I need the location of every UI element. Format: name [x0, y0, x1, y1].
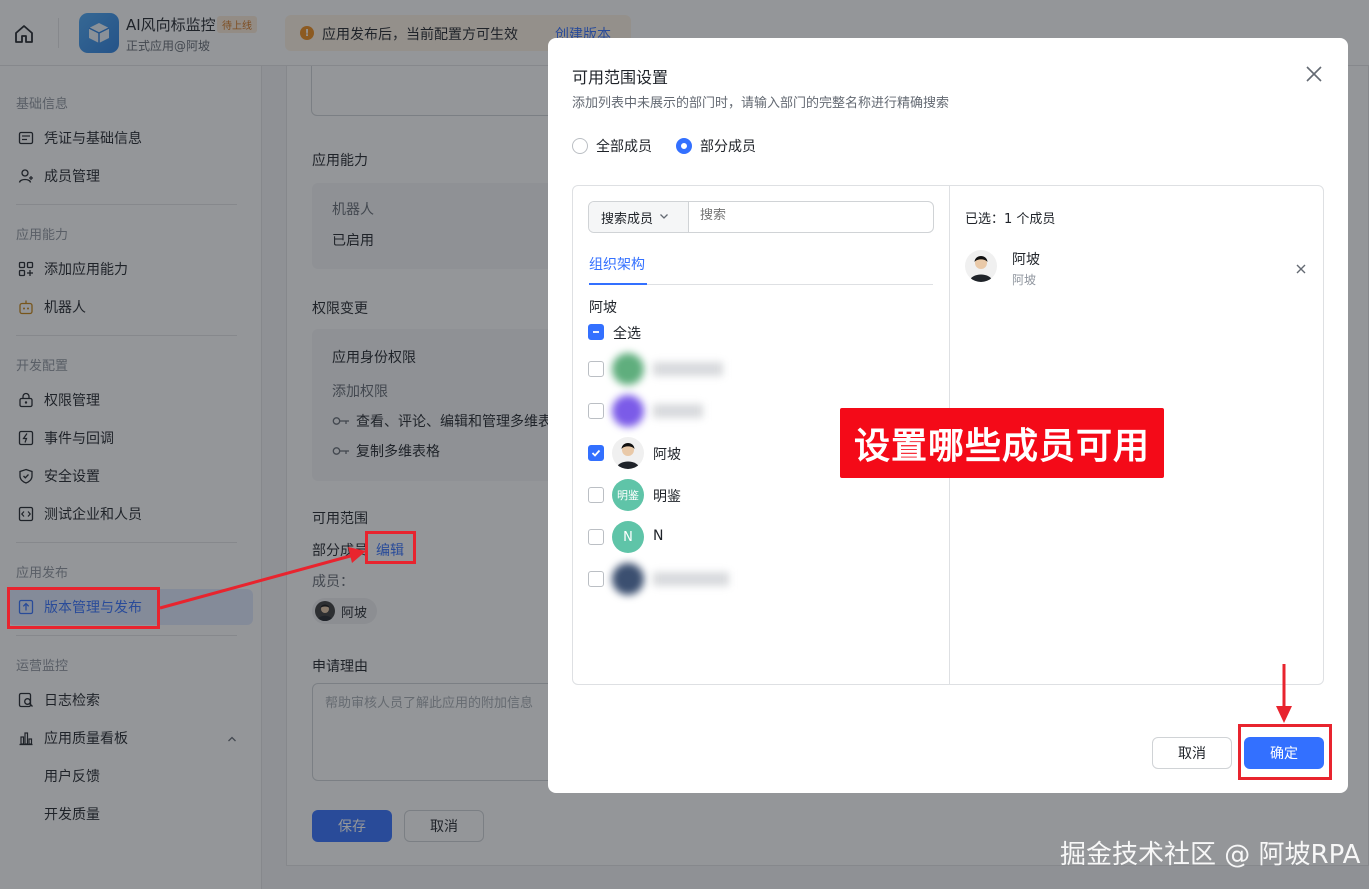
member-checkbox[interactable] — [588, 487, 604, 503]
radio-label: 全部成员 — [596, 139, 652, 155]
selected-member-dept: 阿坡 — [1012, 273, 1037, 287]
highlight-box — [1238, 724, 1332, 780]
radio-all-members[interactable]: 全部成员 — [572, 136, 652, 156]
member-checkbox[interactable] — [588, 571, 604, 587]
avatar — [965, 250, 997, 282]
radio-button-selected[interactable] — [676, 138, 692, 154]
dialog-description: 添加列表中未展示的部门时，请输入部门的完整名称进行精确搜索 — [572, 96, 950, 111]
radio-label: 部分成员 — [700, 139, 756, 155]
avatar — [612, 353, 644, 385]
dialog-title: 可用范围设置 — [572, 68, 669, 87]
annotation-callout: 设置哪些成员可用 — [840, 408, 1164, 478]
highlight-box — [7, 587, 160, 629]
avatar — [612, 395, 644, 427]
radio-button[interactable] — [572, 138, 588, 154]
member-checkbox[interactable] — [588, 361, 604, 377]
avatar: N — [612, 521, 644, 553]
tab-indicator — [589, 283, 647, 285]
avatar — [612, 563, 644, 595]
radio-partial-members[interactable]: 部分成员 — [676, 136, 756, 156]
watermark: 掘金技术社区 @ 阿坡RPA — [1060, 840, 1361, 870]
member-search: 搜索成员 — [588, 201, 934, 233]
member-checkbox[interactable] — [588, 403, 604, 419]
member-name-blurred — [653, 362, 723, 376]
search-input[interactable] — [700, 208, 920, 223]
member-name-blurred — [653, 572, 729, 586]
close-icon[interactable] — [1304, 64, 1324, 84]
select-all-checkbox[interactable] — [588, 324, 604, 340]
member-name-blurred — [653, 404, 703, 418]
dialog-cancel-button[interactable]: 取消 — [1152, 737, 1232, 769]
remove-icon[interactable] — [1295, 263, 1307, 275]
avatar — [612, 437, 644, 469]
member-checkbox-checked[interactable] — [588, 445, 604, 461]
avatar: 明鉴 — [612, 479, 644, 511]
chevron-down-icon — [659, 210, 669, 225]
list-item[interactable] — [573, 351, 943, 387]
selected-count: 已选：1 个成员 — [965, 212, 1056, 227]
search-type-dropdown[interactable]: 搜索成员 — [589, 202, 689, 232]
select-all-label: 全选 — [613, 326, 641, 342]
highlight-box — [365, 531, 416, 564]
search-type-label: 搜索成员 — [601, 211, 654, 227]
tab-org-structure[interactable]: 组织架构 — [589, 254, 645, 274]
member-name: 明鉴 — [653, 489, 681, 505]
member-name: 阿坡 — [653, 447, 681, 463]
list-item[interactable] — [573, 561, 943, 597]
selected-member-name: 阿坡 — [1012, 252, 1040, 268]
selected-member: 阿坡 阿坡 — [965, 248, 1317, 288]
list-item[interactable]: 明鉴 明鉴 — [573, 477, 943, 513]
member-name: N — [653, 528, 664, 544]
list-item[interactable]: N N — [573, 519, 943, 555]
org-name: 阿坡 — [589, 300, 617, 316]
member-checkbox[interactable] — [588, 529, 604, 545]
